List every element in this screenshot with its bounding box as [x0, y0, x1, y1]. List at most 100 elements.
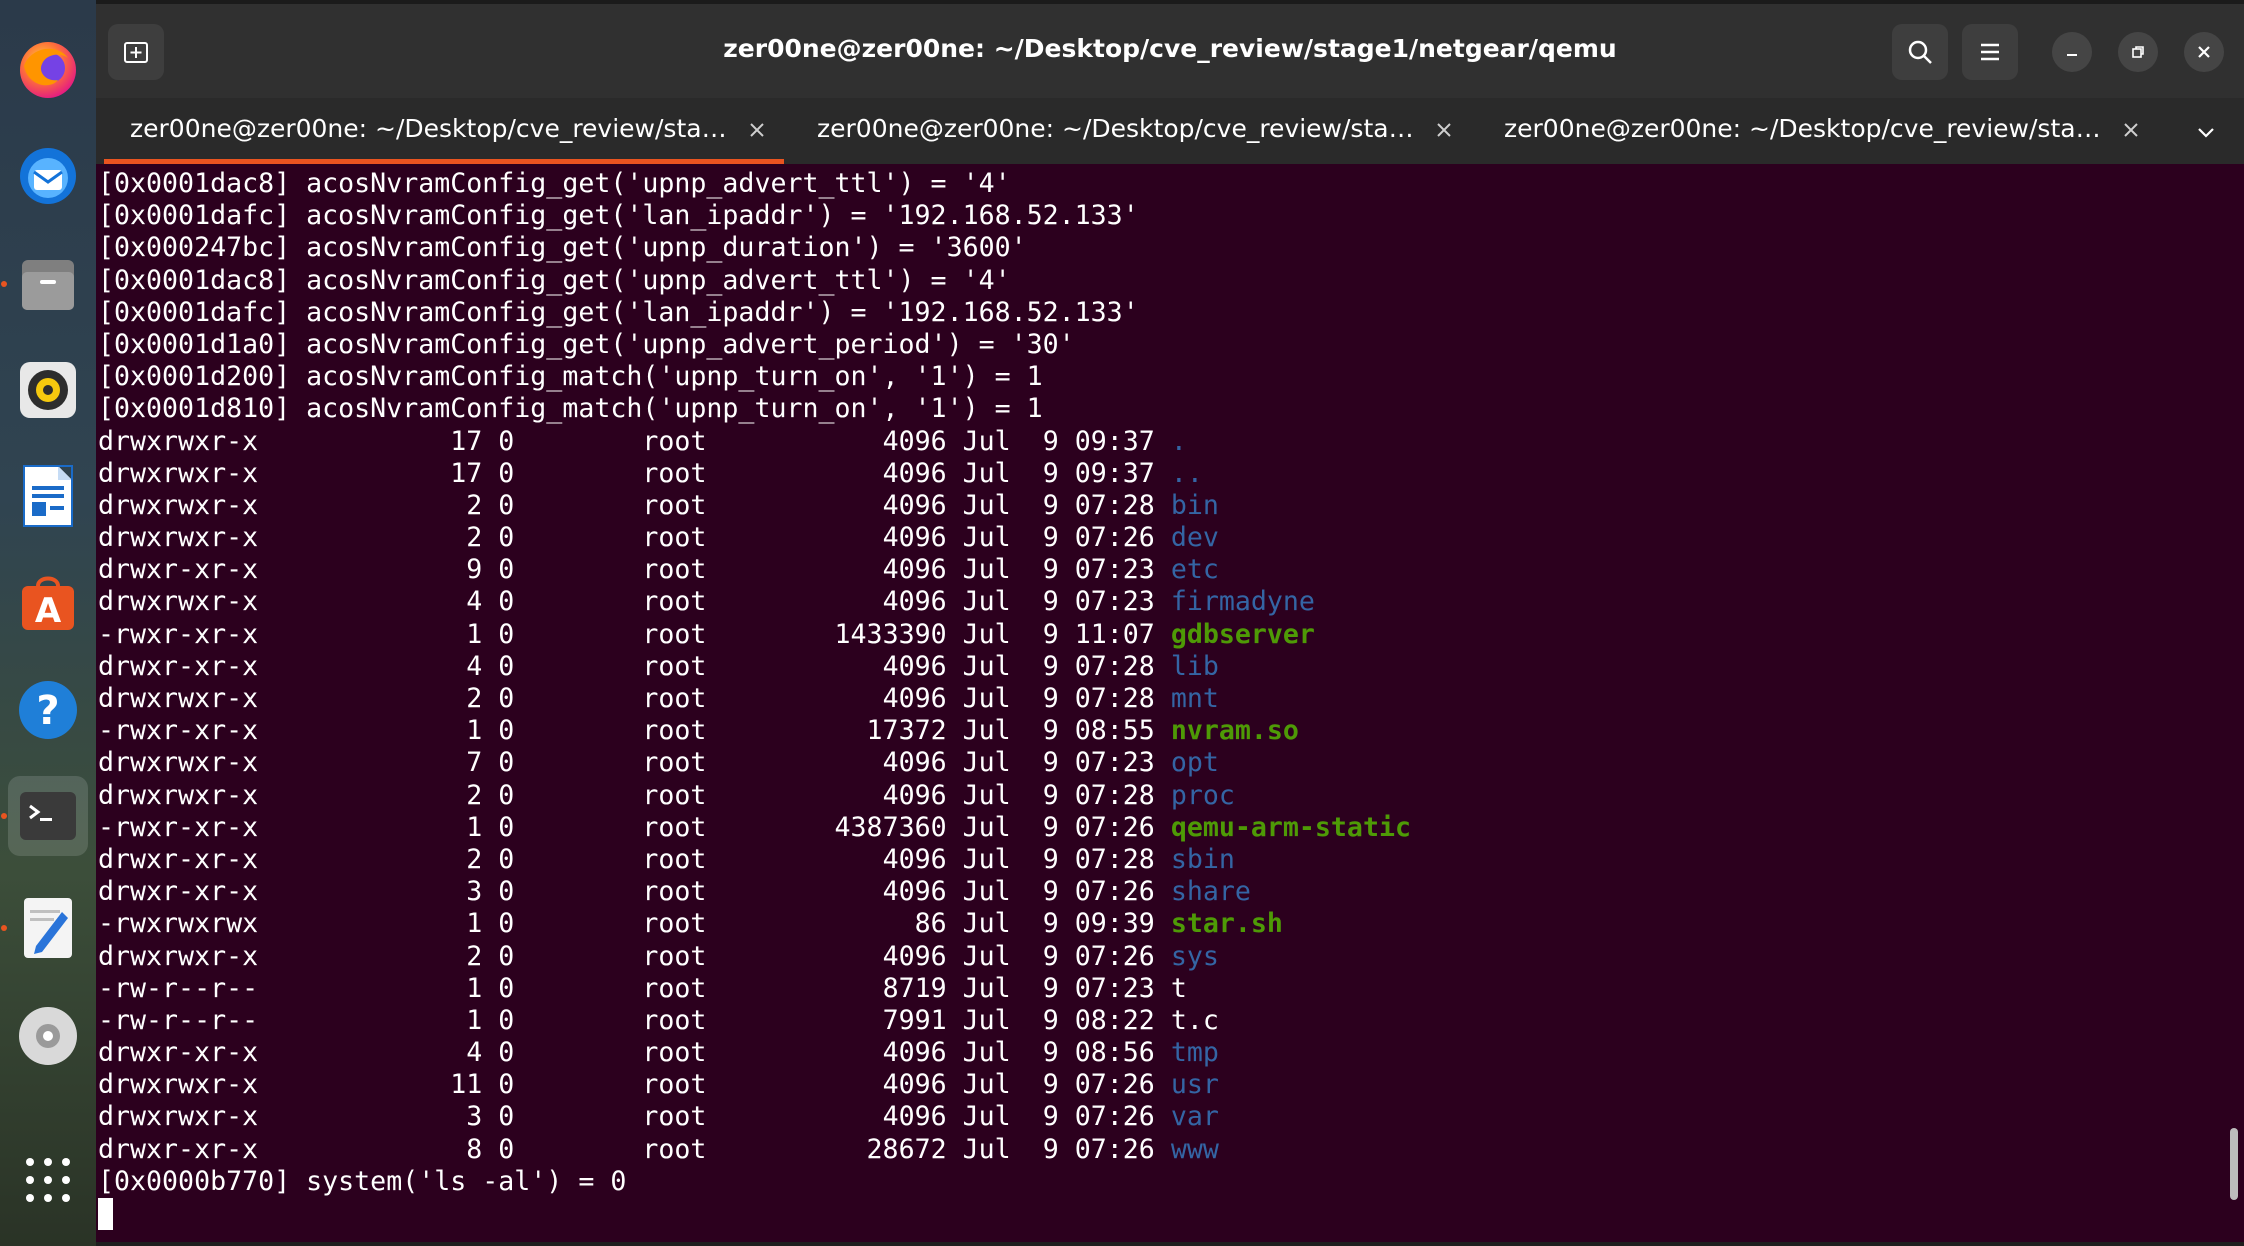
close-window-button[interactable] — [2184, 32, 2224, 72]
tab-overflow-button[interactable] — [2186, 112, 2226, 152]
dock-software[interactable]: A — [8, 562, 88, 642]
mod-time: 08:55 — [1074, 715, 1155, 747]
text-editor-running-indicator — [1, 925, 7, 931]
link-count: 7 — [466, 747, 483, 779]
file-size: 4096 — [882, 747, 947, 779]
window-titlebar: zer00ne@zer00ne: ~/Desktop/cve_review/st… — [96, 0, 2244, 98]
terminal-output: [0x0001dac8] acosNvramConfig_get('upnp_a… — [98, 168, 1411, 1230]
file-name: nvram.so — [1170, 715, 1299, 747]
file-name: www — [1170, 1133, 1219, 1165]
owner-name: root — [642, 908, 707, 940]
mod-month: Jul — [962, 1069, 1011, 1101]
link-count: 2 — [466, 779, 483, 811]
permissions: -rw-r--r-- — [98, 1004, 259, 1036]
dock-disc[interactable] — [8, 996, 88, 1076]
minimize-button[interactable] — [2052, 32, 2092, 72]
dock-show-apps[interactable] — [8, 1140, 88, 1220]
mod-time: 07:26 — [1074, 876, 1155, 908]
listing-row: drwxrwxr-x 2 0 root 4096 Jul 9 07:28 pro… — [98, 780, 1411, 812]
tab-1[interactable]: zer00ne@zer00ne: ~/Desktop/cve_review/st… — [96, 98, 784, 164]
mod-time: 07:28 — [1074, 650, 1155, 682]
owner-uid: 0 — [498, 425, 515, 457]
restore-button[interactable] — [2118, 32, 2158, 72]
tab-2[interactable]: zer00ne@zer00ne: ~/Desktop/cve_review/st… — [783, 98, 1470, 164]
tab-close-button[interactable] — [1429, 115, 1459, 145]
menu-button[interactable] — [1962, 24, 2018, 80]
file-size: 1433390 — [834, 618, 947, 650]
file-name: tmp — [1170, 1037, 1219, 1069]
permissions: drwxr-xr-x — [98, 876, 259, 908]
dock-writer[interactable] — [8, 456, 88, 536]
mod-day: 9 — [1042, 1037, 1059, 1069]
restore-icon — [2132, 46, 2144, 58]
tab-close-button[interactable] — [742, 115, 772, 145]
mod-month: Jul — [962, 876, 1011, 908]
mod-day: 9 — [1042, 715, 1059, 747]
mod-day: 9 — [1042, 940, 1059, 972]
dock-files[interactable] — [8, 244, 88, 324]
permissions: drwxr-xr-x — [98, 650, 259, 682]
mod-month: Jul — [962, 554, 1011, 586]
listing-row: -rw-r--r-- 1 0 root 7991 Jul 9 08:22 t.c — [98, 1005, 1411, 1037]
owner-uid: 0 — [498, 1004, 515, 1036]
permissions: -rwxr-xr-x — [98, 811, 259, 843]
owner-uid: 0 — [498, 747, 515, 779]
owner-uid: 0 — [498, 940, 515, 972]
owner-name: root — [642, 522, 707, 554]
dock-text-editor[interactable] — [8, 888, 88, 968]
dock-firefox[interactable] — [8, 30, 88, 110]
terminal-icon — [20, 792, 76, 840]
mod-month: Jul — [962, 425, 1011, 457]
log-line: [0x0001dafc] acosNvramConfig_get('lan_ip… — [98, 200, 1139, 232]
file-name: mnt — [1170, 683, 1219, 714]
dock-thunderbird[interactable] — [8, 136, 88, 216]
app-grid-icon — [26, 1158, 70, 1202]
owner-uid: 0 — [498, 1069, 515, 1101]
mod-time: 07:23 — [1074, 972, 1155, 1004]
search-button[interactable] — [1892, 24, 1948, 80]
file-name: sbin — [1170, 843, 1235, 875]
mod-day: 9 — [1042, 1133, 1059, 1165]
terminal-view[interactable]: [0x0001dac8] acosNvramConfig_get('upnp_a… — [96, 164, 2244, 1246]
owner-uid: 0 — [498, 1101, 515, 1133]
file-name: opt — [1170, 747, 1219, 779]
prompt-line — [98, 1198, 1411, 1230]
owner-uid: 0 — [498, 489, 515, 521]
rhythmbox-icon — [20, 362, 76, 418]
tab-3[interactable]: zer00ne@zer00ne: ~/Desktop/cve_review/st… — [1470, 98, 2157, 164]
mod-month: Jul — [962, 650, 1011, 682]
mod-day: 9 — [1042, 489, 1059, 521]
permissions: drwxrwxr-x — [98, 586, 259, 618]
dock-help[interactable]: ? — [8, 670, 88, 750]
file-size: 4096 — [882, 779, 947, 811]
log-line: [0x0001d200] acosNvramConfig_match('upnp… — [98, 361, 1043, 393]
owner-name: root — [642, 747, 707, 779]
mod-day: 9 — [1042, 618, 1059, 650]
mod-month: Jul — [962, 489, 1011, 521]
text-editor-icon — [24, 898, 72, 958]
scrollbar[interactable] — [2230, 1128, 2238, 1200]
minimize-icon — [2067, 54, 2077, 56]
listing-row: -rw-r--r-- 1 0 root 8719 Jul 9 07:23 t — [98, 973, 1411, 1005]
listing-row: drwxrwxr-x 17 0 root 4096 Jul 9 09:37 . — [98, 426, 1411, 458]
thunderbird-icon — [20, 148, 76, 204]
hamburger-menu-icon — [1981, 43, 1999, 61]
permissions: drwxrwxr-x — [98, 457, 259, 489]
owner-name: root — [642, 618, 707, 650]
mod-day: 9 — [1042, 908, 1059, 940]
mod-day: 9 — [1042, 747, 1059, 779]
file-size: 4096 — [882, 650, 947, 682]
permissions: drwxr-xr-x — [98, 554, 259, 586]
log-line: [0x000247bc] acosNvramConfig_get('upnp_d… — [98, 232, 1027, 264]
dock-terminal[interactable] — [8, 776, 88, 856]
listing-row: drwxr-xr-x 8 0 root 28672 Jul 9 07:26 ww… — [98, 1134, 1411, 1166]
permissions: drwxr-xr-x — [98, 843, 259, 875]
text-cursor — [98, 1198, 113, 1230]
tab-close-button[interactable] — [2116, 115, 2146, 145]
mod-time: 11:07 — [1074, 618, 1155, 650]
owner-uid: 0 — [498, 811, 515, 843]
mod-time: 07:23 — [1074, 586, 1155, 618]
dock-rhythmbox[interactable] — [8, 350, 88, 430]
mod-day: 9 — [1042, 586, 1059, 618]
owner-uid: 0 — [498, 650, 515, 682]
